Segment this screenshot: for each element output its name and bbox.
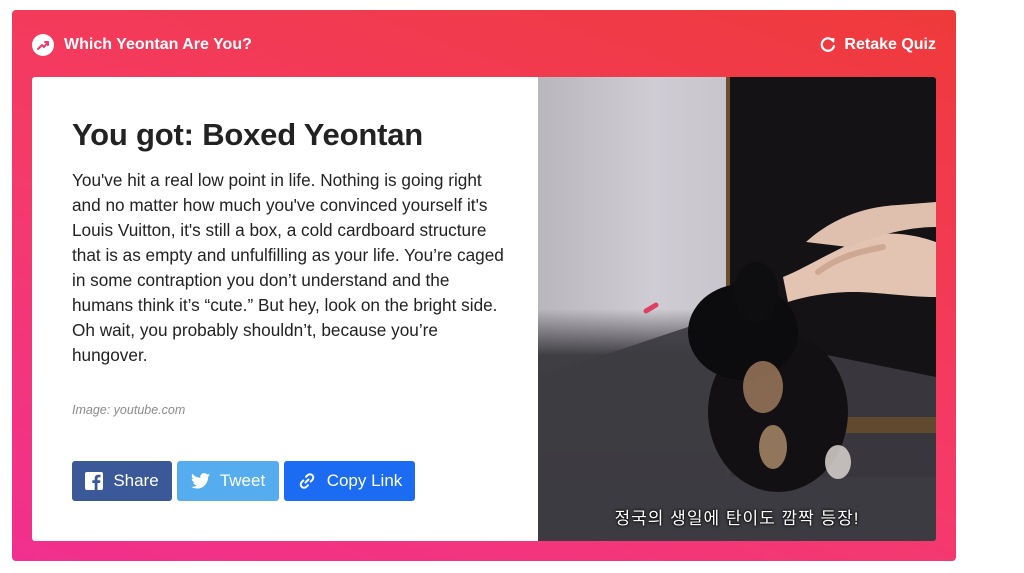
share-buttons: Share Tweet Copy Link: [72, 461, 420, 501]
twitter-share-label: Tweet: [219, 471, 266, 490]
image-credit: Image: youtube.com: [72, 403, 186, 417]
result-title: You got: Boxed Yeontan: [72, 117, 423, 152]
copy-link-label: Copy Link: [326, 471, 403, 490]
twitter-icon: [190, 473, 210, 489]
result-description: You've hit a real low point in life. Not…: [72, 170, 504, 365]
dog-in-box-illustration: [538, 202, 936, 541]
quiz-result-card: Which Yeontan Are You? Retake Quiz You g…: [12, 10, 956, 561]
retake-quiz-label: Retake Quiz: [844, 36, 936, 53]
result-text-column: You got: Boxed Yeontan You've hit a real…: [32, 77, 538, 541]
image-caption: 정국의 생일에 탄이도 깜짝 등장!: [614, 509, 860, 528]
twitter-share-button[interactable]: Tweet: [177, 461, 279, 501]
quiz-title: Which Yeontan Are You?: [32, 34, 252, 56]
trending-icon: [32, 34, 54, 56]
quiz-title-text: Which Yeontan Are You?: [64, 36, 252, 53]
result-image: 정국의 생일에 탄이도 깜짝 등장!: [538, 77, 936, 541]
refresh-icon: [819, 36, 837, 54]
link-icon: [297, 471, 317, 491]
quiz-header: Which Yeontan Are You? Retake Quiz: [12, 10, 956, 76]
facebook-share-button[interactable]: Share: [72, 461, 172, 501]
result-panel: You got: Boxed Yeontan You've hit a real…: [32, 77, 936, 541]
copy-link-button[interactable]: Copy Link: [284, 461, 415, 501]
facebook-share-label: Share: [113, 471, 159, 490]
facebook-icon: [85, 472, 104, 490]
retake-quiz-button[interactable]: Retake Quiz: [819, 34, 936, 56]
